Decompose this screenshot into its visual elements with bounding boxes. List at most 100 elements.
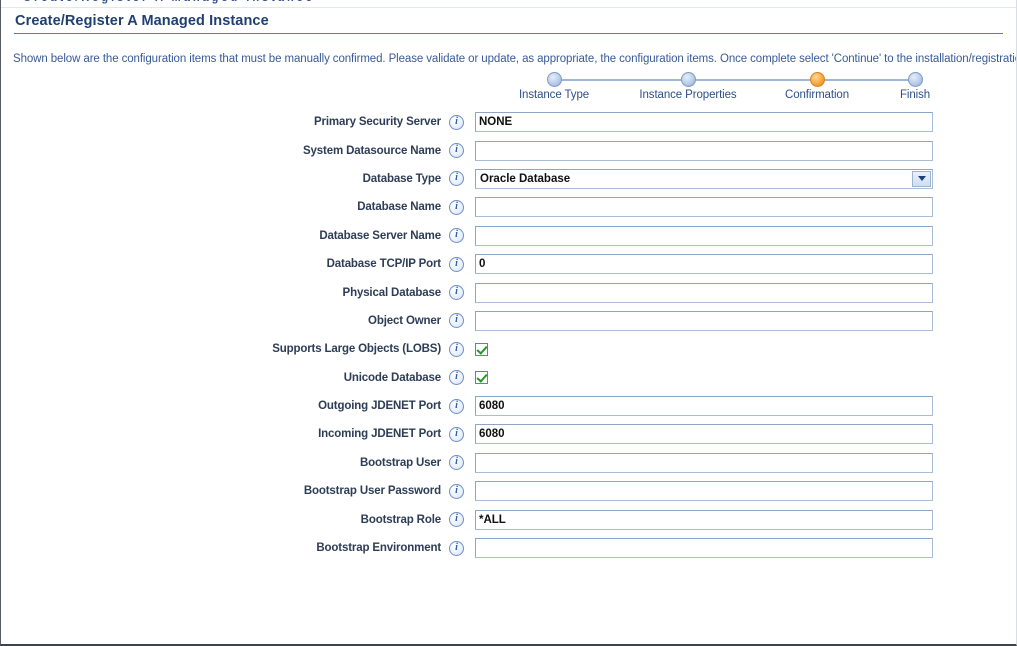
- wizard-step-dot-icon: [809, 72, 825, 87]
- info-icon[interactable]: [449, 398, 464, 414]
- info-icon[interactable]: [449, 512, 464, 528]
- info-icon[interactable]: [449, 256, 464, 272]
- select-value-database-type: Oracle Database: [480, 172, 571, 185]
- input-database-tcp-ip-port[interactable]: [475, 254, 933, 275]
- control-wrap-bootstrap-user: [475, 452, 1016, 473]
- label-bootstrap-user: Bootstrap User: [360, 456, 441, 469]
- info-icon-wrap-object-owner: [449, 313, 475, 329]
- input-database-name[interactable]: [475, 197, 933, 218]
- form-row-physical-database: Physical Database: [1, 278, 1016, 306]
- form-row-database-name: Database Name: [1, 193, 1016, 221]
- info-icon-wrap-bootstrap-role: [449, 512, 475, 528]
- label-incoming-jdenet-port: Incoming JDENET Port: [318, 428, 441, 441]
- label-system-datasource-name: System Datasource Name: [303, 144, 441, 157]
- wizard-step-label: Finish: [899, 89, 931, 101]
- label-database-tcp-ip-port: Database TCP/IP Port: [326, 258, 442, 271]
- info-icon[interactable]: [449, 114, 464, 130]
- label-database-name: Database Name: [357, 201, 441, 214]
- input-physical-database[interactable]: [475, 282, 933, 303]
- info-icon-wrap-database-type: [449, 171, 475, 187]
- form-row-bootstrap-environment: Bootstrap Environment: [1, 534, 1016, 562]
- info-icon-wrap-bootstrap-environment: [449, 540, 475, 556]
- wizard-step-instance-type[interactable]: Instance Type: [484, 70, 624, 101]
- info-icon-wrap-bootstrap-user-password: [449, 483, 475, 499]
- clipped-header-text: Create/Register A Managed Instance: [23, 0, 315, 4]
- input-bootstrap-role[interactable]: [475, 509, 933, 530]
- info-icon-wrap-primary-security-server: [449, 114, 475, 130]
- form-row-bootstrap-user: Bootstrap User: [1, 449, 1016, 477]
- input-bootstrap-user[interactable]: [475, 452, 933, 473]
- page-header: Create/Register A Managed Instance: [1, 13, 1016, 34]
- form-row-supports-large-objects: Supports Large Objects (LOBS): [1, 335, 1016, 363]
- control-wrap-bootstrap-user-password: [475, 481, 1016, 502]
- form-row-primary-security-server: Primary Security Server: [1, 108, 1016, 136]
- page-title: Create/Register A Managed Instance: [15, 13, 269, 29]
- info-icon[interactable]: [449, 426, 464, 442]
- wizard-step-indicator: Instance Type Instance Properties Confirma…: [519, 70, 940, 104]
- label-bootstrap-role: Bootstrap Role: [360, 513, 441, 526]
- label-supports-large-objects: Supports Large Objects (LOBS): [272, 343, 441, 356]
- label-bootstrap-environment: Bootstrap Environment: [316, 542, 441, 555]
- info-icon[interactable]: [449, 483, 464, 499]
- chevron-down-glyph: [917, 176, 926, 182]
- wizard-step-label: Instance Properties: [639, 89, 737, 101]
- input-outgoing-jdenet-port[interactable]: [475, 396, 933, 417]
- label-database-type: Database Type: [362, 172, 442, 185]
- info-icon[interactable]: [449, 370, 464, 386]
- checkbox-supports-large-objects[interactable]: [475, 342, 488, 356]
- select-database-type[interactable]: Oracle Database: [475, 168, 933, 189]
- control-wrap-database-tcp-ip-port: [475, 254, 1016, 275]
- info-icon[interactable]: [449, 455, 464, 471]
- form-row-incoming-jdenet-port: Incoming JDENET Port: [1, 420, 1016, 448]
- wizard-step-dot-icon: [907, 72, 923, 87]
- info-icon[interactable]: [449, 228, 464, 244]
- input-object-owner[interactable]: [475, 310, 933, 331]
- form-row-bootstrap-user-password: Bootstrap User Password: [1, 477, 1016, 505]
- form-row-bootstrap-role: Bootstrap Role: [1, 505, 1016, 533]
- form-row-system-datasource-name: System Datasource Name: [1, 136, 1016, 164]
- info-icon[interactable]: [449, 143, 464, 159]
- label-bootstrap-user-password: Bootstrap User Password: [303, 485, 441, 498]
- label-primary-security-server: Primary Security Server: [314, 116, 441, 129]
- input-system-datasource-name[interactable]: [475, 140, 933, 161]
- control-wrap-incoming-jdenet-port: [475, 424, 1016, 445]
- wizard-step-dot-icon: [680, 72, 696, 87]
- wizard-step-finish[interactable]: Finish: [845, 70, 985, 101]
- info-icon-wrap-outgoing-jdenet-port: [449, 398, 475, 414]
- info-icon-wrap-database-tcp-ip-port: [449, 256, 475, 272]
- control-wrap-primary-security-server: [475, 112, 1016, 133]
- info-icon-wrap-incoming-jdenet-port: [449, 426, 475, 442]
- control-wrap-bootstrap-role: [475, 509, 1016, 530]
- input-primary-security-server[interactable]: [475, 112, 933, 133]
- info-icon-wrap-bootstrap-user: [449, 455, 475, 471]
- info-icon[interactable]: [449, 199, 464, 215]
- form-row-outgoing-jdenet-port: Outgoing JDENET Port: [1, 392, 1016, 420]
- input-bootstrap-user-password[interactable]: [475, 481, 933, 502]
- page-container: Create/Register A Managed Instance Creat…: [0, 0, 1017, 646]
- form-row-database-server-name: Database Server Name: [1, 222, 1016, 250]
- info-icon[interactable]: [449, 171, 464, 187]
- label-unicode-database: Unicode Database: [343, 371, 441, 384]
- label-physical-database: Physical Database: [342, 286, 442, 299]
- configuration-form: Primary Security Server System Datasource…: [1, 108, 1016, 562]
- info-icon[interactable]: [449, 285, 464, 301]
- control-wrap-unicode-database: [475, 371, 1016, 385]
- control-wrap-database-type: Oracle Database: [475, 168, 1016, 189]
- chevron-down-icon[interactable]: [912, 170, 931, 187]
- info-icon-wrap-database-server-name: [449, 228, 475, 244]
- info-icon-wrap-unicode-database: [449, 370, 475, 386]
- input-incoming-jdenet-port[interactable]: [475, 424, 933, 445]
- control-wrap-bootstrap-environment: [475, 538, 1016, 559]
- wizard-step-instance-properties[interactable]: Instance Properties: [618, 70, 758, 101]
- clipped-header-strip: Create/Register A Managed Instance: [1, 0, 1016, 8]
- page-description: Shown below are the configuration items …: [13, 53, 1017, 65]
- input-database-server-name[interactable]: [475, 225, 933, 246]
- form-row-database-tcp-ip-port: Database TCP/IP Port: [1, 250, 1016, 278]
- info-icon[interactable]: [449, 341, 464, 357]
- control-wrap-supports-large-objects: [475, 342, 1016, 356]
- checkbox-unicode-database[interactable]: [475, 371, 488, 385]
- info-icon[interactable]: [449, 540, 464, 556]
- info-icon[interactable]: [449, 313, 464, 329]
- info-icon-wrap-supports-large-objects: [449, 341, 475, 357]
- input-bootstrap-environment[interactable]: [475, 538, 933, 559]
